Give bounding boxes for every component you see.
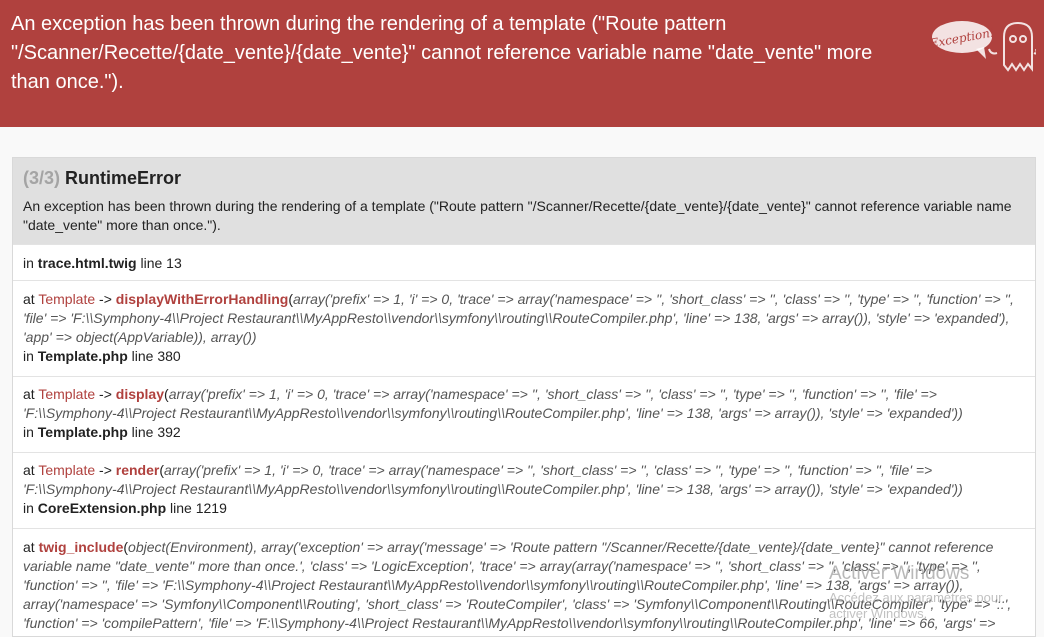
trace-function[interactable]: display bbox=[116, 386, 164, 402]
trace-count: (3/3) bbox=[23, 168, 61, 188]
trace-file[interactable]: trace.html.twig bbox=[38, 255, 137, 271]
trace-entry: at Template -> displayWithErrorHandling(… bbox=[13, 280, 1035, 376]
trace-header: (3/3) RuntimeError An exception has been… bbox=[13, 158, 1035, 244]
trace-file[interactable]: Template.php bbox=[38, 348, 128, 364]
exception-ghost-icon: Exception! bbox=[928, 21, 1036, 72]
trace-message: An exception has been thrown during the … bbox=[23, 198, 1012, 233]
trace-function[interactable]: displayWithErrorHandling bbox=[116, 291, 289, 307]
exception-message: An exception has been thrown during the … bbox=[11, 13, 873, 93]
trace-class[interactable]: Template bbox=[38, 462, 95, 478]
trace-args: object(Environment), array('exception' =… bbox=[23, 539, 1012, 631]
error-header: An exception has been thrown during the … bbox=[0, 0, 1044, 127]
exception-class: RuntimeError bbox=[65, 168, 182, 188]
exception-trace-panel: (3/3) RuntimeError An exception has been… bbox=[12, 157, 1036, 637]
trace-args: array('prefix' => 1, 'i' => 0, 'trace' =… bbox=[23, 386, 963, 421]
trace-file[interactable]: CoreExtension.php bbox=[38, 500, 166, 516]
trace-file[interactable]: Template.php bbox=[38, 424, 128, 440]
trace-function[interactable]: twig_include bbox=[39, 539, 124, 555]
trace-entry: at Template -> render(array('prefix' => … bbox=[13, 452, 1035, 528]
trace-function[interactable]: render bbox=[116, 462, 160, 478]
trace-title[interactable]: (3/3) RuntimeError bbox=[23, 167, 1025, 189]
trace-args: array('prefix' => 1, 'i' => 0, 'trace' =… bbox=[23, 462, 963, 497]
trace-line: in trace.html.twig line 13 bbox=[13, 244, 1035, 280]
trace-class[interactable]: Template bbox=[38, 291, 95, 307]
trace-class[interactable]: Template bbox=[38, 386, 95, 402]
trace-entry: at twig_include(object(Environment), arr… bbox=[13, 528, 1035, 633]
trace-entry: at Template -> display(array('prefix' =>… bbox=[13, 376, 1035, 452]
